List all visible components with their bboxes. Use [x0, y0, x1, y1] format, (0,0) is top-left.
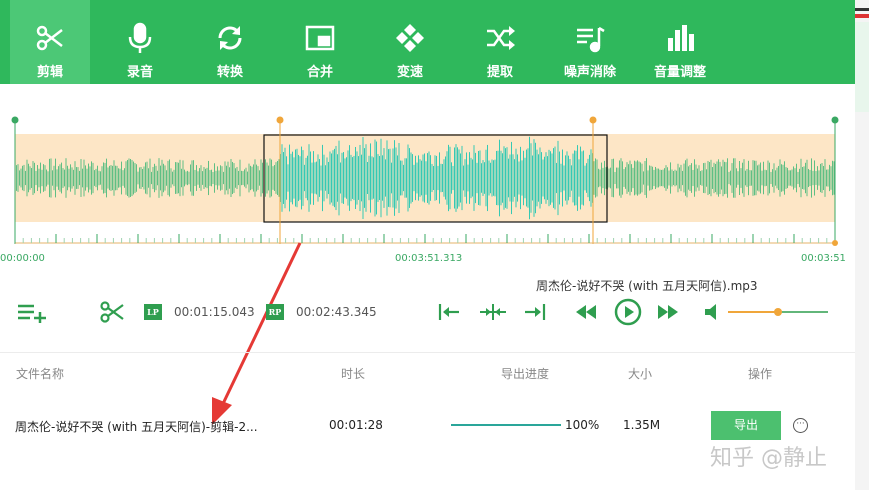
tool-convert-label: 转换	[216, 65, 243, 80]
jump-to-middle-icon[interactable]	[480, 303, 506, 321]
speed-icon	[396, 24, 424, 52]
rp-marker-handle[interactable]	[589, 116, 597, 124]
tool-record[interactable]: 录音	[100, 0, 180, 84]
watermark: 知乎 @静止	[710, 446, 827, 471]
start-handle[interactable]	[11, 116, 19, 124]
tool-merge-label: 合并	[306, 65, 333, 80]
tool-speed-label: 变速	[396, 65, 423, 80]
timeline-ticks	[14, 234, 828, 243]
header-duration: 时长	[341, 367, 366, 381]
lp-badge: LP	[144, 304, 162, 320]
tool-extract-label: 提取	[486, 65, 513, 80]
header-file-name: 文件名称	[16, 367, 65, 381]
cut-scissors-icon[interactable]	[100, 301, 124, 323]
volume-bars-icon	[668, 25, 694, 51]
header-size: 大小	[628, 367, 653, 381]
tool-cut-label: 剪辑	[36, 65, 63, 80]
export-button[interactable]: 导出	[711, 411, 781, 440]
tool-denoise-label: 噪声消除	[563, 65, 616, 80]
waveform-area[interactable]	[0, 84, 855, 264]
tool-volume-label: 音量调整	[653, 65, 706, 80]
row-duration: 00:01:28	[329, 418, 383, 432]
side-panel-red-line	[855, 14, 869, 18]
more-options-icon[interactable]: ···	[793, 418, 808, 433]
tool-merge[interactable]: 合并	[280, 0, 360, 84]
tool-record-label: 录音	[126, 65, 153, 80]
time-start: 00:00:00	[0, 253, 45, 264]
row-progress-bar	[451, 424, 561, 426]
merge-icon	[305, 25, 335, 51]
tool-volume[interactable]: 音量调整	[640, 0, 720, 84]
end-handle[interactable]	[831, 116, 839, 124]
volume-knob[interactable]	[774, 308, 782, 316]
time-middle: 00:03:51.313	[395, 253, 463, 264]
tool-convert[interactable]: 转换	[190, 0, 270, 84]
volume-slider[interactable]	[726, 306, 830, 318]
time-end: 00:03:51	[801, 253, 846, 264]
tool-extract[interactable]: 提取	[460, 0, 540, 84]
lp-time[interactable]: 00:01:15.043	[174, 305, 255, 319]
annotation-arrow	[212, 242, 302, 425]
table-divider	[0, 352, 855, 353]
jump-to-start-icon[interactable]	[438, 303, 460, 321]
shuffle-icon	[487, 26, 515, 50]
rp-badge: RP	[266, 304, 284, 320]
side-panel-block	[855, 22, 869, 112]
waveform-canvas[interactable]	[0, 84, 855, 264]
timeline-end-dot	[832, 240, 838, 246]
tool-cut[interactable]: 剪辑	[10, 0, 90, 84]
row-size: 1.35M	[623, 418, 661, 432]
main-toolbar: 剪辑 录音 转换 合并 变速 提取 噪声消除 音量调整	[0, 0, 855, 84]
play-icon[interactable]	[614, 298, 642, 326]
scissors-icon	[36, 25, 63, 51]
tool-speed[interactable]: 变速	[370, 0, 450, 84]
jump-to-end-icon[interactable]	[524, 303, 546, 321]
row-progress-text: 100%	[565, 418, 600, 432]
add-list-icon[interactable]	[18, 303, 46, 323]
side-panel-line	[855, 8, 869, 11]
refresh-icon	[218, 26, 242, 50]
microphone-icon	[128, 22, 152, 53]
fast-forward-icon[interactable]	[658, 305, 680, 319]
rewind-icon[interactable]	[576, 305, 598, 319]
noise-icon	[577, 26, 605, 53]
tool-denoise[interactable]: 噪声消除	[550, 0, 630, 84]
header-progress: 导出进度	[501, 367, 550, 381]
current-file-name: 周杰伦-说好不哭 (with 五月天阿信).mp3	[536, 279, 758, 293]
row-file-name: 周杰伦-说好不哭 (with 五月天阿信)-剪辑-2...	[15, 420, 258, 434]
volume-icon[interactable]	[704, 304, 722, 320]
lp-marker-handle[interactable]	[276, 116, 284, 124]
header-action: 操作	[748, 367, 773, 381]
rp-time[interactable]: 00:02:43.345	[296, 305, 377, 319]
